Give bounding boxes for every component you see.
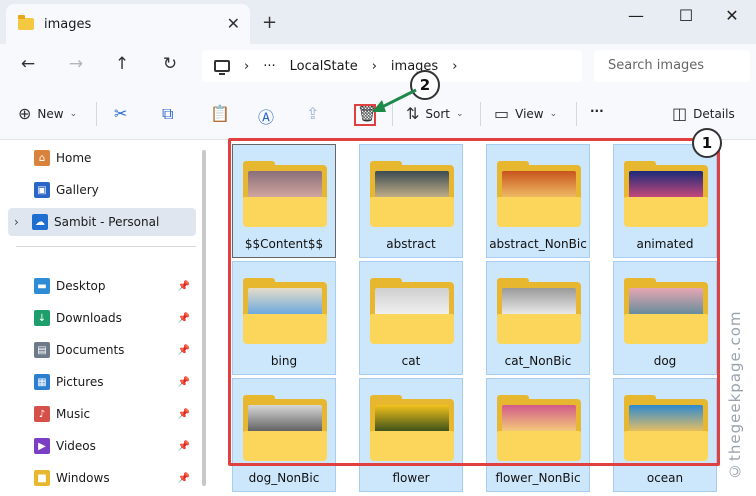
- sidebar-item-label: Gallery: [56, 183, 99, 197]
- refresh-button[interactable]: ↻: [156, 54, 184, 74]
- address-row: ← → ↑ ↻ › ··· LocalState › images › Sear…: [0, 44, 756, 88]
- sidebar-item-label: Pictures: [56, 375, 104, 389]
- sidebar-item-downloads[interactable]: ↓ Downloads 📌: [0, 304, 196, 332]
- sidebar-item-label: Videos: [56, 439, 96, 453]
- rename-button[interactable]: Ⓐ: [258, 104, 274, 128]
- pin-icon: 📌: [177, 440, 190, 452]
- pictures-icon: ▦: [34, 374, 50, 390]
- this-pc-icon: [214, 60, 230, 75]
- breadcrumb-localstate[interactable]: LocalState: [290, 59, 358, 74]
- sidebar-item-label: Desktop: [56, 279, 106, 293]
- address-bar[interactable]: › ··· LocalState › images ›: [202, 50, 582, 82]
- sidebar-item-label: Home: [56, 151, 92, 165]
- folder-name: dog_NonBic: [248, 471, 320, 485]
- sidebar-item-label: Documents: [56, 343, 125, 357]
- folder-name: ocean: [646, 471, 684, 485]
- expand-chevron-icon[interactable]: ›: [14, 215, 19, 229]
- pin-icon: 📌: [177, 280, 190, 292]
- sidebar-item-label: Windows: [56, 471, 110, 485]
- documents-icon: ▤: [34, 342, 50, 358]
- desktop-icon: ▬: [34, 278, 50, 294]
- navigation-pane: ⌂ Home ▣ Gallery › ☁ Sambit - Personal ▬ Desktop…: [0, 140, 212, 496]
- maximize-button[interactable]: ☐: [666, 6, 706, 25]
- more-options-button[interactable]: ···: [590, 104, 604, 118]
- folder-name: flower_NonBic: [495, 471, 581, 485]
- folder-icon: [18, 15, 34, 30]
- tab-title: images: [44, 16, 92, 32]
- details-pane-icon: ◫: [672, 104, 688, 123]
- sidebar-item-music[interactable]: ♪ Music 📌: [0, 400, 196, 428]
- search-input[interactable]: Search images: [594, 50, 750, 82]
- pin-icon: 📌: [177, 312, 190, 324]
- copy-button[interactable]: ⧉: [162, 104, 173, 124]
- sort-label: Sort: [425, 106, 451, 121]
- sidebar-scrollbar[interactable]: [202, 150, 206, 486]
- folder-name: flower: [392, 471, 430, 485]
- watermark: ©thegeekpage.com: [726, 310, 744, 480]
- sidebar-item-documents[interactable]: ▤ Documents 📌: [0, 336, 196, 364]
- pin-icon: 📌: [177, 344, 190, 356]
- download-icon: ↓: [34, 310, 50, 326]
- divider: [480, 102, 481, 126]
- sidebar-item-gallery[interactable]: ▣ Gallery: [0, 176, 196, 204]
- pin-icon: 📌: [177, 376, 190, 388]
- view-icon: ▭: [494, 104, 510, 123]
- badge-1: 1: [692, 128, 722, 158]
- sidebar-item-label: Music: [56, 407, 91, 421]
- cut-button[interactable]: ✂: [114, 104, 127, 123]
- sidebar-item-label: Sambit - Personal: [54, 215, 160, 229]
- breadcrumb-separator: ›: [371, 58, 377, 74]
- sidebar-item-label: Downloads: [56, 311, 122, 325]
- close-window-button[interactable]: ✕: [712, 6, 752, 25]
- folder-icon: ■: [34, 470, 50, 486]
- forward-button[interactable]: →: [62, 54, 90, 74]
- music-icon: ♪: [34, 406, 50, 422]
- chevron-down-icon: ⌄: [456, 108, 464, 119]
- gallery-icon: ▣: [34, 182, 50, 198]
- plus-circle-icon: ⊕: [18, 104, 32, 123]
- divider: [96, 102, 97, 126]
- breadcrumb-separator: ›: [452, 58, 458, 74]
- pin-icon: 📌: [177, 408, 190, 420]
- new-label: New: [37, 106, 64, 121]
- videos-icon: ▶: [34, 438, 50, 454]
- paste-button[interactable]: 📋: [210, 104, 230, 123]
- breadcrumb-separator: ›: [244, 58, 250, 74]
- highlight-box-selection: [228, 138, 720, 466]
- view-button[interactable]: ▭ View ⌄: [494, 104, 557, 123]
- back-button[interactable]: ←: [14, 54, 42, 74]
- view-label: View: [515, 106, 544, 121]
- details-button[interactable]: ◫ Details: [672, 104, 735, 123]
- annotation-arrow: [372, 88, 417, 112]
- chevron-down-icon: ⌄: [69, 108, 78, 119]
- divider: [576, 102, 577, 126]
- sidebar-item-videos[interactable]: ▶ Videos 📌: [0, 432, 196, 460]
- new-button[interactable]: ⊕ New ⌄: [18, 104, 77, 123]
- sidebar-item-desktop[interactable]: ▬ Desktop 📌: [0, 272, 196, 300]
- title-bar: images ✕ + — ☐ ✕: [0, 0, 756, 44]
- sidebar-item-windows[interactable]: ■ Windows 📌: [0, 464, 196, 492]
- minimize-button[interactable]: —: [616, 6, 656, 25]
- scissors-icon: ✂: [114, 104, 128, 123]
- rename-icon: Ⓐ: [258, 108, 275, 127]
- onedrive-icon: ☁: [32, 214, 48, 230]
- clipboard-icon: 📋: [210, 104, 230, 123]
- details-label: Details: [693, 106, 735, 121]
- tab-images[interactable]: images ✕: [6, 4, 250, 44]
- new-tab-button[interactable]: +: [262, 12, 277, 33]
- up-button[interactable]: ↑: [108, 54, 136, 74]
- divider: [16, 246, 196, 247]
- pin-icon: 📌: [177, 472, 190, 484]
- sidebar-item-pictures[interactable]: ▦ Pictures 📌: [0, 368, 196, 396]
- sidebar-item-sambit-personal[interactable]: › ☁ Sambit - Personal: [8, 208, 196, 236]
- sidebar-item-home[interactable]: ⌂ Home: [0, 144, 196, 172]
- chevron-down-icon: ⌄: [549, 108, 558, 119]
- tab-close-icon[interactable]: ✕: [227, 14, 240, 33]
- share-button[interactable]: ⇪: [306, 104, 319, 123]
- breadcrumb-ellipsis[interactable]: ···: [263, 59, 275, 74]
- copy-icon: ⧉: [162, 104, 174, 123]
- home-icon: ⌂: [34, 150, 50, 166]
- share-icon: ⇪: [306, 104, 320, 123]
